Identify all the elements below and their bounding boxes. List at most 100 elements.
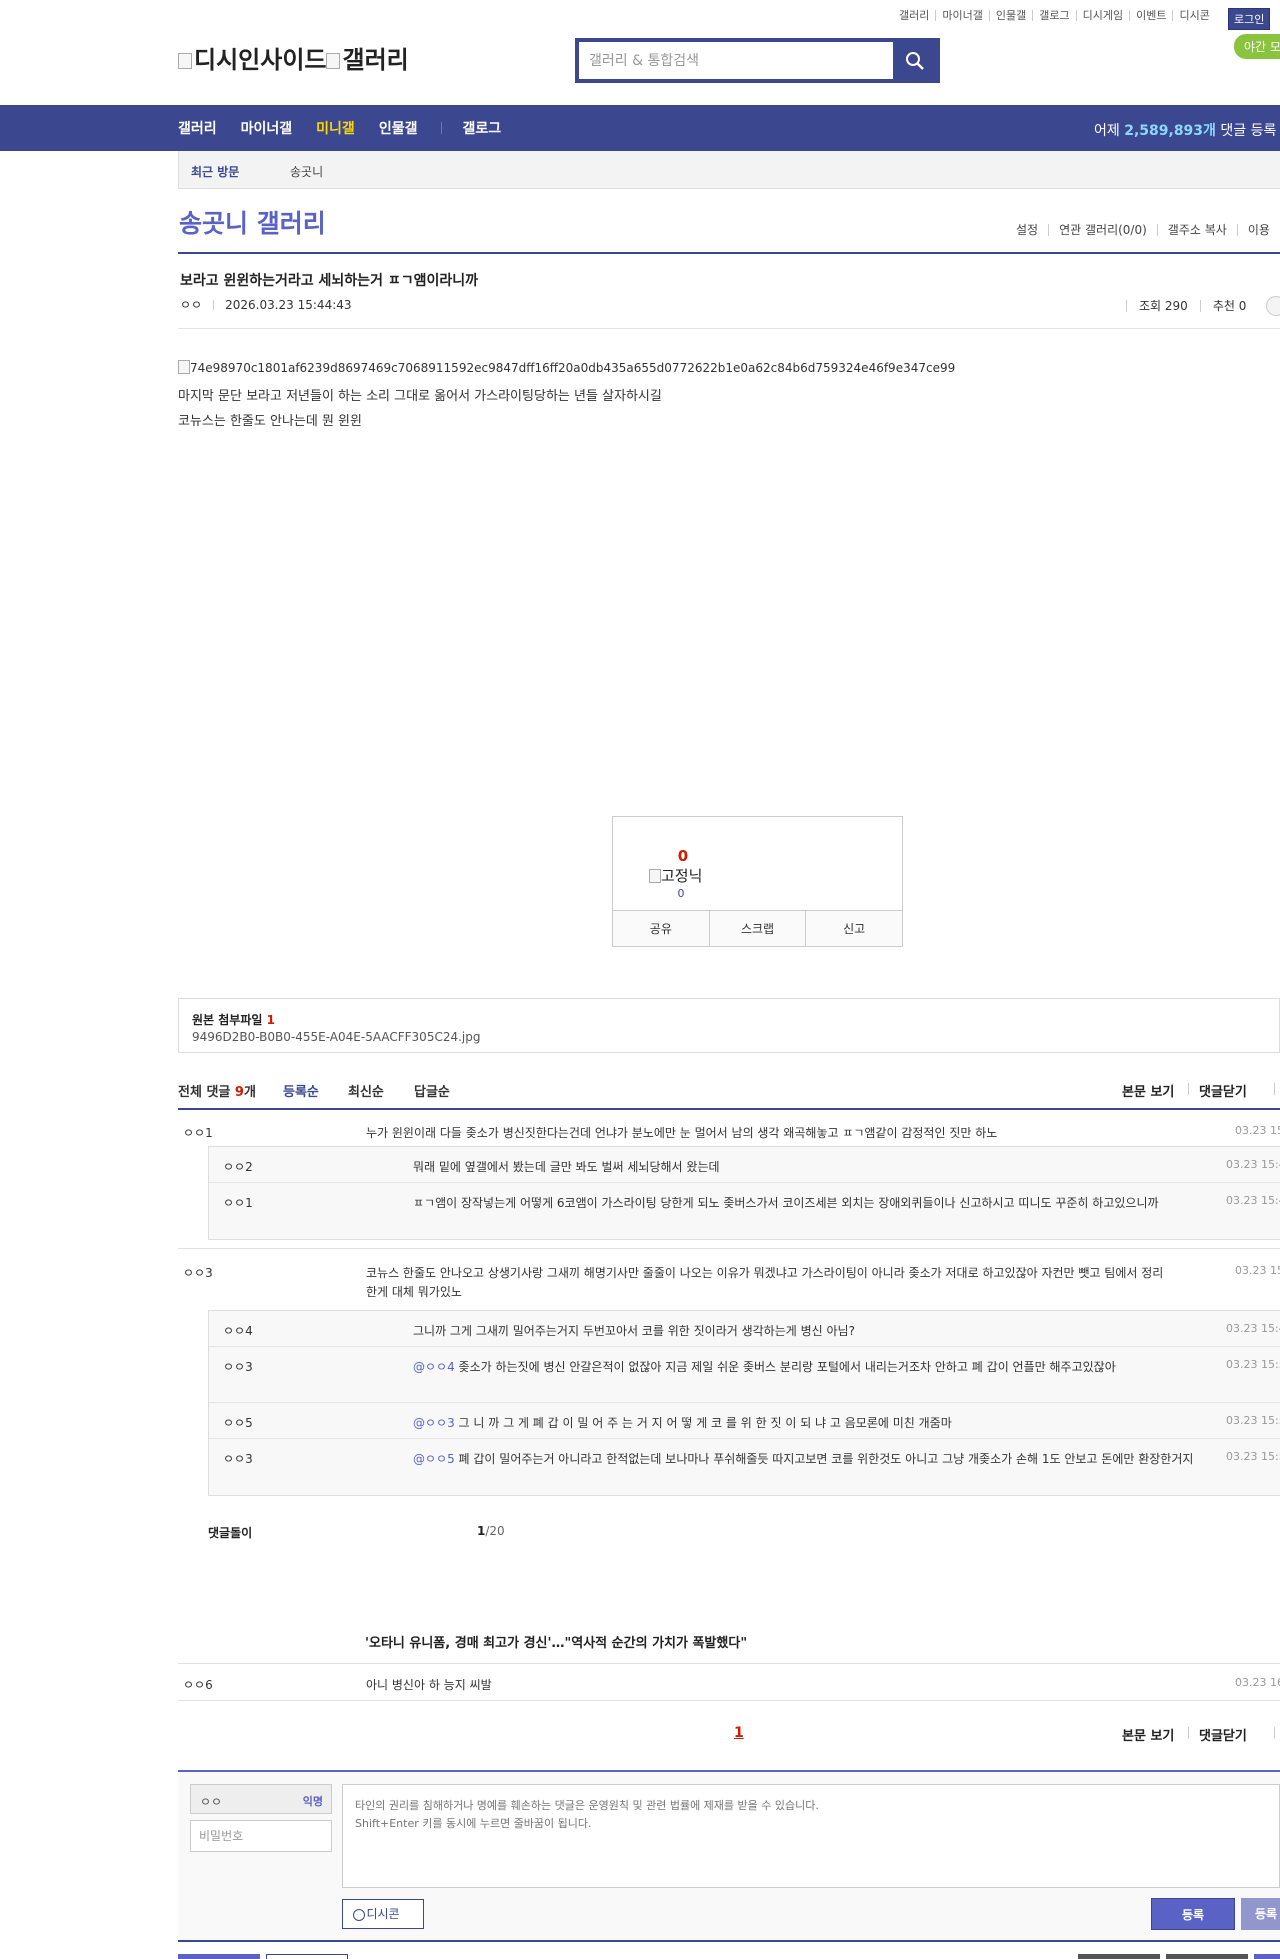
copy-address-link[interactable]: 갤주소 복사 (1156, 224, 1237, 236)
reply-text: @ㅇㅇ4 좆소가 하는짓에 병신 안갈은적이 없잖아 지금 제일 쉬운 좆버스 … (413, 1358, 1218, 1377)
login-button[interactable]: 로그인 (1228, 8, 1271, 30)
comment-date: 03.23 15 (1235, 1264, 1280, 1277)
comment-total: 전체 댓글 9개 (178, 1081, 256, 1100)
scrap-button[interactable]: 스크랩 (708, 911, 806, 946)
reply-nick[interactable]: ㅇㅇ3 (223, 1358, 253, 1375)
reply-item: ㅇㅇ1 ㅍㄱ앰이 장작넣는게 어떻게 6코앰이 가스라이팅 당한게 되노 좆버스… (209, 1183, 1280, 1239)
reply-nick[interactable]: ㅇㅇ4 (223, 1322, 253, 1339)
comment-total-unit: 개 (243, 1085, 256, 1100)
news-headline[interactable]: '오타니 유니폼, 경매 최고가 경신'…"역사적 순간의 가치가 폭발했다" (365, 1632, 747, 1651)
top-link-person[interactable]: 인물갤 (988, 10, 1032, 21)
post-divider (178, 328, 1280, 329)
view-body-button[interactable]: 본문 보기 (1122, 1725, 1174, 1744)
post-datetime: 2026.03.23 15:44:43 (225, 297, 352, 312)
view-body-button[interactable]: 본문 보기 (1122, 1081, 1174, 1100)
comment-date: 03.23 15 (1235, 1124, 1280, 1137)
top-link-event[interactable]: 이벤트 (1129, 10, 1172, 21)
broken-image-icon (649, 869, 661, 883)
reply-mention[interactable]: @ㅇㅇ3 (413, 1416, 455, 1430)
attachment-file-link[interactable]: 9496D2B0-B0B0-455E-A04E-5AACFF305C24.jpg (192, 1030, 481, 1044)
reply-nick[interactable]: ㅇㅇ3 (223, 1450, 253, 1467)
top-link-gallery[interactable]: 갤러리 (893, 10, 935, 21)
comment-count-icon[interactable] (1266, 296, 1280, 316)
reply-date: 03.23 15:5 (1226, 1450, 1280, 1463)
recent-visit-label[interactable]: 최근 방문 (191, 163, 239, 180)
comment-stat: 어제 2,589,893개 댓글 등록 (1094, 120, 1276, 140)
site-logo[interactable]: 디시인사이드 갤러리 (178, 40, 409, 75)
top-link-minor[interactable]: 마이너갤 (935, 10, 988, 21)
search-box (575, 38, 940, 83)
bottom-button[interactable] (266, 1954, 348, 1959)
close-comments-button[interactable]: 댓글닫기 (1199, 1081, 1247, 1100)
gallery-settings-link[interactable]: 설정 (1006, 224, 1048, 236)
post-body-line: 코뉴스는 한줄도 안나는데 뭔 윈윈 (178, 414, 362, 429)
report-button[interactable]: 신고 (805, 911, 903, 946)
reply-body: 그 니 까 그 게 폐 갑 이 밀 어 주 는 거 지 어 떻 게 코 를 위 … (454, 1416, 952, 1430)
post-body-line: 마지막 문단 보라고 저년들이 하는 소리 그대로 옮어서 가스라이팅당하는 년… (178, 389, 662, 404)
reply-nick[interactable]: ㅇㅇ2 (223, 1158, 253, 1175)
nickname-field[interactable]: ㅇㅇ 익명 (190, 1784, 332, 1814)
attachment-label-text: 원본 첨부파일 (192, 1013, 263, 1027)
reply-text: 그니까 그게 그새끼 밀어주는거지 두번꼬아서 코를 위한 짓이라거 생각하는게… (413, 1324, 855, 1338)
nav-divider (441, 122, 443, 134)
bottom-button[interactable] (1078, 1954, 1160, 1959)
comment-nick[interactable]: ㅇㅇ3 (183, 1264, 213, 1281)
reply-group: ㅇㅇ2 뭐래 밑에 옆갤에서 봤는데 글만 봐도 벌써 세뇌당해서 왔는데 03… (208, 1146, 1280, 1240)
recommend-count[interactable]: 0 (613, 847, 753, 865)
reply-mention[interactable]: @ㅇㅇ5 (413, 1452, 455, 1466)
sort-reply-tab[interactable]: 답글순 (414, 1081, 450, 1100)
reply-date: 03.23 15:4 (1226, 1322, 1280, 1335)
close-comments-button[interactable]: 댓글닫기 (1199, 1725, 1247, 1744)
main-navbar: 갤러리 마이너갤 미니갤 인물갤 갤로그 어제 2,589,893개 댓글 등록 (0, 105, 1280, 151)
sort-registered-tab[interactable]: 등록순 (283, 1081, 319, 1100)
bottom-button[interactable] (1166, 1954, 1248, 1959)
recent-visit-gallery[interactable]: 송곳니 (290, 163, 323, 180)
reply-nick[interactable]: ㅇㅇ5 (223, 1414, 253, 1431)
comment-nick[interactable]: ㅇㅇ6 (183, 1676, 213, 1693)
nav-minor-gallery[interactable]: 마이너갤 (241, 118, 293, 138)
meta-divider (213, 299, 215, 310)
comment-divider (178, 1700, 1280, 1701)
fixed-nick-count: 0 (677, 887, 685, 900)
fixed-nick-image[interactable]: 고정닉 (649, 865, 702, 886)
submit-comment-button[interactable]: 등록 (1151, 1898, 1235, 1930)
post-image[interactable]: 74e98970c1801af6239d8697469c7068911592ec… (178, 360, 955, 375)
post-author[interactable]: ㅇㅇ (180, 296, 202, 313)
top-link-dccon[interactable]: 디시콘 (1172, 10, 1215, 21)
night-mode-button[interactable]: 야간 모 (1234, 34, 1280, 59)
reply-nick[interactable]: ㅇㅇ1 (223, 1194, 253, 1211)
post-stats: 조회 290 추천 0 (1126, 296, 1280, 316)
pager-total: /20 (485, 1524, 505, 1538)
usage-link[interactable]: 이용 (1236, 224, 1280, 236)
top-links: 갤러리 마이너갤 인물갤 갤로그 디시게임 이벤트 디시콘 (893, 10, 1216, 21)
gallery-title[interactable]: 송곳니 갤러리 (179, 204, 326, 240)
comment-total-label: 전체 댓글 (178, 1085, 231, 1100)
reply-mention[interactable]: @ㅇㅇ4 (413, 1360, 455, 1374)
top-link-gallog[interactable]: 갤로그 (1032, 10, 1075, 21)
related-gallery-link[interactable]: 연관 갤러리(0/0) (1048, 224, 1157, 236)
top-link-game[interactable]: 디시게임 (1075, 10, 1129, 21)
comment-textarea[interactable] (342, 1784, 1280, 1888)
bottom-button[interactable] (1254, 1954, 1280, 1959)
sort-latest-tab[interactable]: 최신순 (348, 1081, 384, 1100)
attachment-box: 원본 첨부파일 1 9496D2B0-B0B0-455E-A04E-5AACFF… (178, 998, 1280, 1053)
logo-gallery-text: 갤러리 (342, 46, 409, 74)
comment-nick[interactable]: ㅇㅇ1 (183, 1124, 213, 1141)
share-button[interactable]: 공유 (613, 911, 709, 946)
search-input[interactable] (579, 42, 893, 79)
search-button[interactable] (893, 42, 936, 79)
dccon-button[interactable]: 디시콘 (342, 1899, 424, 1929)
comment-item: ㅇㅇ6 아니 병신아 하 능지 씨발 03.23 16 (178, 1664, 1280, 1700)
submit-comment-secondary-button[interactable]: 등록 (1241, 1898, 1280, 1930)
reply-date: 03.23 15:5 (1226, 1358, 1280, 1371)
bottom-button[interactable] (178, 1954, 260, 1959)
nav-gallery[interactable]: 갤러리 (178, 118, 217, 138)
reply-date: 03.23 15:5 (1226, 1414, 1280, 1427)
nav-gallog[interactable]: 갤로그 (462, 118, 501, 138)
fixed-nick-alt: 고정닉 (661, 867, 703, 885)
password-input[interactable] (190, 1820, 332, 1852)
nav-person-gallery[interactable]: 인물갤 (379, 118, 418, 138)
recommend-box: 0 고정닉 0 공유 스크랩 신고 (612, 816, 903, 947)
nickname-value: ㅇㅇ (200, 1795, 223, 1809)
nav-mini-gallery[interactable]: 미니갤 (316, 118, 355, 138)
